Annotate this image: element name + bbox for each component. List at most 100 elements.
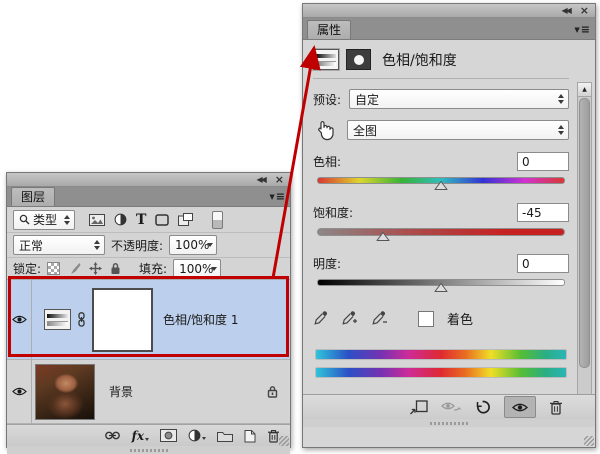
channel-value: 全图 xyxy=(353,122,377,139)
tab-properties[interactable]: 属性 xyxy=(307,20,351,39)
lock-pixels-brush-icon[interactable] xyxy=(68,262,81,275)
layers-footer-bar: fx xyxy=(7,424,290,446)
panel-resize-grip[interactable] xyxy=(279,436,289,446)
spin-arrows-icon xyxy=(558,125,564,135)
mask-badge-icon[interactable] xyxy=(346,49,371,70)
delete-adjustment-trash-icon[interactable] xyxy=(549,400,563,415)
adjustment-title: 色相/饱和度 xyxy=(382,50,457,70)
panel-menu-icon[interactable]: ▼ ≡ xyxy=(574,23,590,36)
preset-value: 自定 xyxy=(355,91,379,108)
view-previous-state-eye-icon[interactable] xyxy=(441,401,461,414)
saturation-slider-thumb[interactable] xyxy=(377,232,390,241)
panel-resize-grip[interactable] xyxy=(584,436,594,446)
preset-dropdown[interactable]: 自定 xyxy=(349,89,569,109)
lock-transparency-icon[interactable] xyxy=(47,262,60,275)
scrollbar[interactable]: ▲ ▼ xyxy=(577,82,592,411)
channel-dropdown[interactable]: 全图 xyxy=(347,120,569,140)
properties-content: 色相/饱和度 预设: 自定 全图 色相: 0 xyxy=(303,40,595,394)
new-adjustment-layer-icon[interactable] xyxy=(188,429,206,442)
saturation-value: -45 xyxy=(522,206,542,220)
properties-panel: ◀◀ × 属性 ▼ ≡ 色相/饱和度 预设: 自定 全图 xyxy=(302,3,596,448)
new-group-folder-icon[interactable] xyxy=(217,430,233,442)
filter-type-layers-icon[interactable]: T xyxy=(136,212,146,228)
layer-filter-row: 类型 T xyxy=(7,207,290,233)
layer-row-background[interactable]: 背景 xyxy=(7,360,290,424)
lock-label: 锁定: xyxy=(13,260,41,277)
layer-visibility-eye-icon[interactable] xyxy=(7,360,32,423)
menu-lines: ≡ xyxy=(581,23,590,36)
saturation-slider-track[interactable] xyxy=(317,228,565,236)
eyedropper-icon[interactable] xyxy=(313,311,328,326)
adjustment-layer-thumbnail[interactable] xyxy=(44,309,71,330)
opacity-value: 100% xyxy=(175,238,209,252)
layer-style-fx-icon[interactable]: fx xyxy=(132,429,149,443)
caret-down-icon xyxy=(207,243,213,247)
saturation-value-input[interactable]: -45 xyxy=(517,203,569,222)
colorize-checkbox[interactable] xyxy=(418,311,434,327)
grip-dots-icon xyxy=(430,422,468,425)
spin-arrows-icon xyxy=(94,240,100,250)
panel-menu-icon[interactable]: ▼ ≡ xyxy=(269,190,285,203)
scroll-up-icon[interactable]: ▲ xyxy=(578,83,591,97)
lightness-slider-thumb[interactable] xyxy=(435,283,448,292)
filter-shape-layers-icon[interactable] xyxy=(155,214,169,226)
hue-slider-thumb[interactable] xyxy=(435,181,448,190)
lock-all-icon[interactable] xyxy=(110,262,121,275)
fill-value: 100% xyxy=(179,262,213,276)
layer-name[interactable]: 色相/饱和度 1 xyxy=(163,311,239,328)
filter-kind-dropdown[interactable]: 类型 xyxy=(13,210,75,230)
lightness-label: 明度: xyxy=(313,255,341,272)
layer-mask-thumbnail[interactable] xyxy=(92,288,153,352)
close-panel-icon[interactable]: × xyxy=(275,174,284,185)
targeted-adjustment-hand-icon[interactable] xyxy=(313,119,339,141)
layer-name[interactable]: 背景 xyxy=(109,383,133,400)
layer-visibility-eye-icon[interactable] xyxy=(7,280,32,359)
properties-panel-titlebar: ◀◀ × xyxy=(303,4,595,18)
reset-adjustment-icon[interactable] xyxy=(474,400,491,415)
tab-layers[interactable]: 图层 xyxy=(11,187,55,206)
hue-slider[interactable] xyxy=(313,175,569,192)
scrollbar-thumb[interactable] xyxy=(579,98,590,368)
blend-mode-value: 正常 xyxy=(19,237,43,254)
link-layers-icon[interactable] xyxy=(104,431,121,440)
menu-caret: ▼ xyxy=(574,26,579,34)
filter-pixel-layers-icon[interactable] xyxy=(89,214,105,226)
filter-smart-objects-icon[interactable] xyxy=(178,213,193,226)
collapse-panel-icon[interactable]: ◀◀ xyxy=(561,7,569,15)
lock-position-move-icon[interactable] xyxy=(89,262,102,275)
saturation-slider[interactable] xyxy=(313,226,569,243)
close-panel-icon[interactable]: × xyxy=(580,5,589,16)
background-layer-thumbnail[interactable] xyxy=(35,364,95,420)
filter-adjustment-layers-icon[interactable] xyxy=(114,213,127,226)
menu-lines: ≡ xyxy=(276,190,285,203)
fx-label: fx xyxy=(132,429,144,443)
hue-value: 0 xyxy=(522,155,530,169)
panel-drag-strip[interactable] xyxy=(7,446,290,454)
eyedropper-minus-icon[interactable] xyxy=(371,311,388,326)
hue-value-input[interactable]: 0 xyxy=(517,152,569,171)
lightness-value-input[interactable]: 0 xyxy=(517,254,569,273)
panel-drag-strip[interactable] xyxy=(303,419,595,427)
lightness-slider[interactable] xyxy=(313,277,569,294)
divider xyxy=(313,78,569,79)
spin-arrows-icon xyxy=(558,94,564,104)
add-layer-mask-icon[interactable] xyxy=(160,429,177,442)
fill-dropdown[interactable]: 100% xyxy=(173,259,221,279)
mask-link-icon[interactable] xyxy=(77,312,86,327)
caret-down-icon xyxy=(145,438,149,441)
colorize-label: 着色 xyxy=(447,309,473,328)
collapse-panel-icon[interactable]: ◀◀ xyxy=(256,176,264,184)
preset-label: 预设: xyxy=(313,91,341,108)
new-layer-icon[interactable] xyxy=(244,429,256,443)
filter-kind-value: 类型 xyxy=(33,211,57,228)
blend-mode-dropdown[interactable]: 正常 xyxy=(13,235,105,255)
clip-to-layer-icon[interactable] xyxy=(409,400,428,415)
toggle-visibility-eye-button[interactable] xyxy=(504,396,536,418)
layers-tabband: 图层 ▼ ≡ xyxy=(7,187,290,207)
layer-row-hue-saturation[interactable]: 色相/饱和度 1 xyxy=(7,280,290,360)
opacity-dropdown[interactable]: 100% xyxy=(169,235,217,255)
saturation-label: 饱和度: xyxy=(313,204,353,221)
filter-toggle-switch[interactable] xyxy=(212,211,223,229)
eyedropper-plus-icon[interactable] xyxy=(341,311,358,326)
caret-down-icon xyxy=(202,437,206,440)
